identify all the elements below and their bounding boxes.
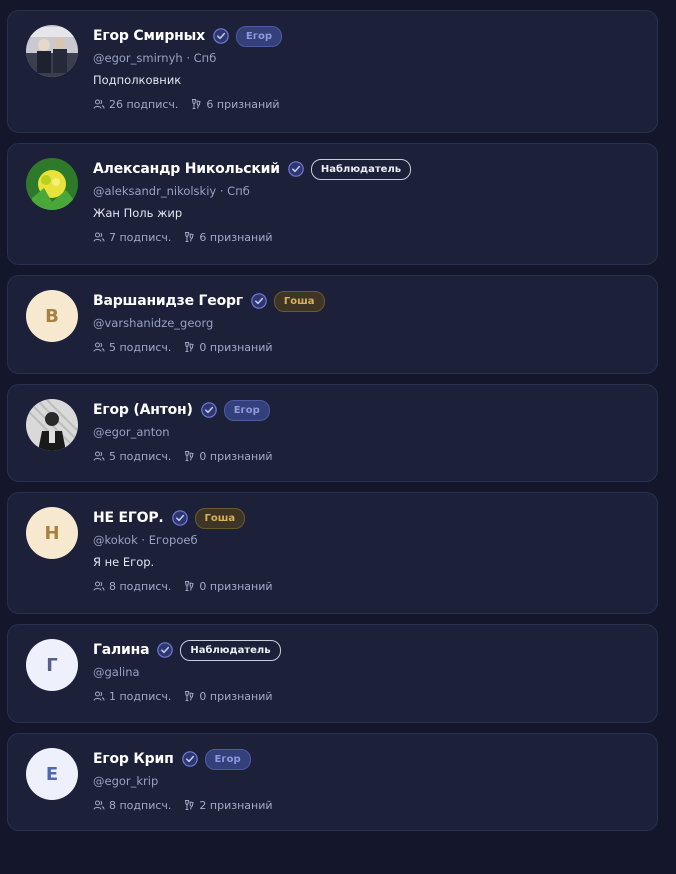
users-icon: [93, 232, 105, 242]
subscribers-stat: 8 подписч.: [93, 580, 171, 593]
user-bio: Жан Поль жир: [93, 206, 183, 220]
user-handle: @egor_anton: [93, 425, 170, 439]
user-list: Егор Смирных Егор @egor_smirnyh · Спб По…: [7, 10, 658, 841]
role-badge: Егор: [235, 25, 282, 47]
toast-glasses-icon: [192, 99, 201, 109]
subscribers-count: 8 подписч.: [109, 579, 172, 593]
recognitions-stat: 0 признаний: [183, 340, 273, 354]
users-icon: [93, 691, 105, 701]
role-badge: Гоша: [273, 290, 325, 312]
user-name[interactable]: Александр Никольский: [93, 161, 280, 177]
user-card[interactable]: Александр Никольский Наблюдатель @aleksa…: [7, 143, 658, 265]
recognitions-stat: 0 признаний: [183, 449, 273, 463]
subscribers-count: 26 подписч.: [109, 97, 179, 111]
verified-check-icon: [251, 293, 267, 309]
subscribers-stat: 1 подписч.: [93, 690, 171, 703]
user-handle: @galina: [93, 665, 140, 679]
subscribers-count: 1 подписч.: [109, 689, 172, 703]
user-handle: @egor_krip: [93, 774, 159, 788]
recognitions-stat: 2 признаний: [183, 798, 273, 812]
recognitions-count: 6 признаний: [199, 230, 273, 244]
verified-check-icon: [157, 642, 174, 658]
subscribers-count: 8 подписч.: [109, 798, 172, 812]
user-card[interactable]: Е Егор Крип Егор @egor_krip 8 подписч. 2…: [7, 733, 658, 831]
subscribers-stat: 8 подписч.: [93, 799, 171, 812]
recognitions-stat: 6 признаний: [190, 97, 280, 111]
role-badge: Гоша: [194, 507, 246, 529]
subscribers-count: 5 подписч.: [109, 340, 172, 354]
verified-check-icon: [181, 751, 198, 767]
verified-check-icon: [213, 28, 229, 44]
recognitions-count: 0 признаний: [199, 579, 273, 593]
recognitions-stat: 0 признаний: [183, 689, 273, 703]
subscribers-stat: 7 подписч.: [93, 231, 171, 244]
recognitions-count: 0 признаний: [199, 449, 273, 463]
user-stats: 8 подписч. 0 признаний: [93, 579, 641, 593]
user-stats: 26 подписч. 6 признаний: [93, 97, 641, 111]
avatar[interactable]: Г: [26, 639, 78, 691]
toast-glasses-icon: [185, 232, 195, 242]
avatar[interactable]: В: [26, 290, 78, 342]
user-name[interactable]: Варшанидзе Георг: [93, 293, 243, 309]
role-badge: Наблюдатель: [180, 639, 281, 661]
subscribers-stat: 26 подписч.: [93, 98, 178, 111]
user-card[interactable]: Н НЕ ЕГОР. Гоша @kokok · Егороеб Я не Ег…: [7, 492, 658, 614]
user-handle: @egor_smirnyh · Спб: [93, 51, 217, 65]
avatar[interactable]: [26, 399, 78, 451]
user-name[interactable]: Егор Крип: [93, 751, 174, 767]
avatar[interactable]: [26, 158, 78, 210]
user-card[interactable]: Г Галина Наблюдатель @galina 1 подписч. …: [7, 624, 658, 723]
recognitions-count: 0 признаний: [199, 340, 273, 354]
user-name[interactable]: НЕ ЕГОР.: [93, 510, 164, 526]
verified-check-icon: [200, 402, 217, 418]
recognitions-stat: 6 признаний: [183, 230, 273, 244]
avatar[interactable]: [26, 25, 78, 77]
user-handle: @kokok · Егороеб: [93, 533, 198, 547]
user-name[interactable]: Егор (Антон): [93, 402, 193, 418]
users-icon: [93, 451, 105, 461]
user-name[interactable]: Галина: [93, 642, 150, 658]
role-badge: Наблюдатель: [310, 158, 412, 180]
verified-check-icon: [288, 161, 304, 177]
user-stats: 7 подписч. 6 признаний: [93, 230, 641, 244]
role-badge: Егор: [223, 399, 270, 421]
users-icon: [93, 99, 105, 109]
toast-glasses-icon: [185, 691, 195, 701]
toast-glasses-icon: [185, 342, 195, 352]
user-handle: @varshanidze_georg: [93, 316, 214, 330]
recognitions-stat: 0 признаний: [183, 579, 273, 593]
subscribers-count: 5 подписч.: [109, 449, 172, 463]
avatar[interactable]: Е: [26, 748, 78, 800]
users-icon: [93, 342, 105, 352]
subscribers-stat: 5 подписч.: [93, 450, 171, 463]
recognitions-count: 2 признаний: [199, 798, 273, 812]
subscribers-stat: 5 подписч.: [93, 341, 171, 354]
user-card[interactable]: Егор Смирных Егор @egor_smirnyh · Спб По…: [7, 10, 658, 133]
user-bio: Подполковник: [93, 73, 182, 87]
user-stats: 5 подписч. 0 признаний: [93, 449, 641, 463]
user-name[interactable]: Егор Смирных: [93, 28, 205, 44]
recognitions-count: 6 признаний: [206, 97, 280, 111]
user-stats: 5 подписч. 0 признаний: [93, 340, 641, 354]
users-icon: [93, 581, 105, 591]
user-card[interactable]: Егор (Антон) Егор @egor_anton 5 подписч.: [7, 384, 658, 482]
user-stats: 1 подписч. 0 признаний: [93, 689, 641, 703]
user-handle: @aleksandr_nikolskiy · Спб: [93, 184, 250, 198]
user-bio: Я не Егор.: [93, 555, 155, 569]
user-card[interactable]: В Варшанидзе Георг Гоша @varshanidze_geo…: [7, 275, 658, 374]
toast-glasses-icon: [185, 451, 195, 461]
user-stats: 8 подписч. 2 признаний: [93, 798, 641, 812]
verified-check-icon: [171, 510, 188, 526]
users-icon: [93, 800, 105, 810]
recognitions-count: 0 признаний: [199, 689, 273, 703]
toast-glasses-icon: [185, 800, 195, 810]
role-badge: Егор: [204, 748, 251, 770]
subscribers-count: 7 подписч.: [109, 230, 172, 244]
toast-glasses-icon: [185, 581, 195, 591]
avatar[interactable]: Н: [26, 507, 78, 559]
